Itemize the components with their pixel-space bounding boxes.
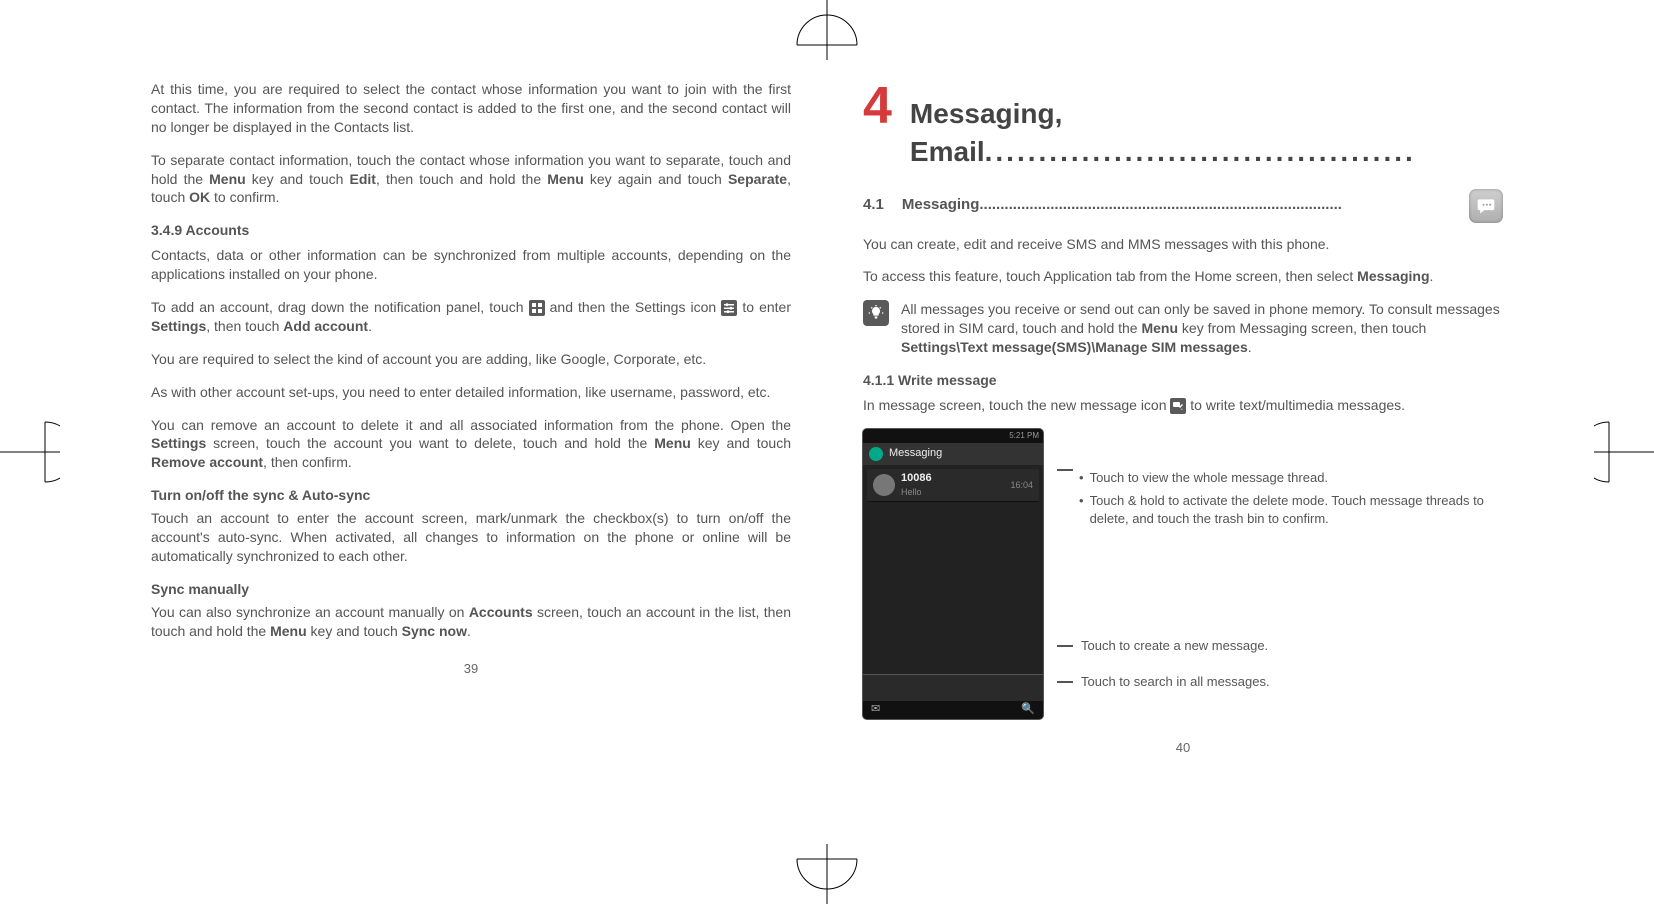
body-text: To separate contact information, touch t… — [151, 151, 791, 208]
phone-app-header: Messaging — [863, 443, 1043, 465]
heading-accounts: 3.4.9 Accounts — [151, 221, 791, 240]
search-button[interactable]: 🔍 — [1021, 702, 1035, 717]
heading-write-message: 4.1.1 Write message — [863, 371, 1503, 390]
body-text: To access this feature, touch Applicatio… — [863, 267, 1503, 286]
thread-number: 10086 — [901, 471, 932, 486]
body-text: You can create, edit and receive SMS and… — [863, 235, 1503, 254]
body-text: At this time, you are required to select… — [151, 80, 791, 137]
page-39: At this time, you are required to select… — [151, 80, 791, 874]
apps-grid-icon — [529, 300, 545, 316]
annotation-text: Touch to view the whole message thread. — [1090, 469, 1328, 487]
tip-text: All messages you receive or send out can… — [901, 300, 1503, 357]
chapter-number: 4 — [863, 80, 892, 132]
phone-status-bar: 5:21 PM — [863, 429, 1043, 443]
messaging-header-icon — [869, 447, 883, 461]
subheading-sync-manually: Sync manually — [151, 580, 791, 599]
page-number: 39 — [151, 660, 791, 678]
body-text: You are required to select the kind of a… — [151, 350, 791, 369]
phone-mock: 5:21 PM Messaging 10086 Hello 16:04 ✉ — [863, 429, 1043, 719]
body-text: To add an account, drag down the notific… — [151, 298, 791, 336]
subheading-sync: Turn on/off the sync & Auto-sync — [151, 486, 791, 505]
body-text: You can remove an account to delete it a… — [151, 416, 791, 473]
crop-mark-top — [767, 0, 887, 60]
tip-box: All messages you receive or send out can… — [863, 300, 1503, 357]
annotation-text: Touch to search in all messages. — [1081, 673, 1270, 691]
compose-message-icon: + — [1170, 398, 1186, 414]
phone-header-title: Messaging — [889, 446, 942, 461]
page-40: 4 Messaging, Email......................… — [863, 80, 1503, 874]
section-title: Messaging...............................… — [902, 195, 1451, 215]
page-number: 40 — [863, 739, 1503, 757]
body-text: Contacts, data or other information can … — [151, 246, 791, 284]
phone-input-bar — [863, 674, 1043, 701]
body-text: As with other account set-ups, you need … — [151, 383, 791, 402]
thread-time: 16:04 — [1010, 479, 1033, 491]
crop-mark-bottom — [767, 844, 887, 904]
message-thread-row[interactable]: 10086 Hello 16:04 — [867, 469, 1039, 502]
chapter-title: Messaging, Email........................… — [910, 95, 1503, 171]
body-text: You can also synchronize an account manu… — [151, 603, 791, 641]
lightbulb-icon — [863, 300, 889, 326]
svg-text:+: + — [1181, 407, 1183, 411]
section-number: 4.1 — [863, 195, 884, 215]
crop-mark-left — [0, 392, 60, 512]
messaging-app-icon — [1469, 189, 1503, 223]
annotation-text: Touch to create a new message. — [1081, 637, 1268, 655]
settings-sliders-icon — [721, 300, 737, 316]
thread-preview: Hello — [901, 486, 932, 498]
contact-avatar-icon — [873, 474, 895, 496]
body-text: In message screen, touch the new message… — [863, 396, 1503, 415]
crop-mark-right — [1594, 392, 1654, 512]
compose-button[interactable]: ✉ — [871, 702, 880, 717]
annotation-text: Touch & hold to activate the delete mode… — [1090, 492, 1503, 527]
body-text: Touch an account to enter the account sc… — [151, 509, 791, 566]
